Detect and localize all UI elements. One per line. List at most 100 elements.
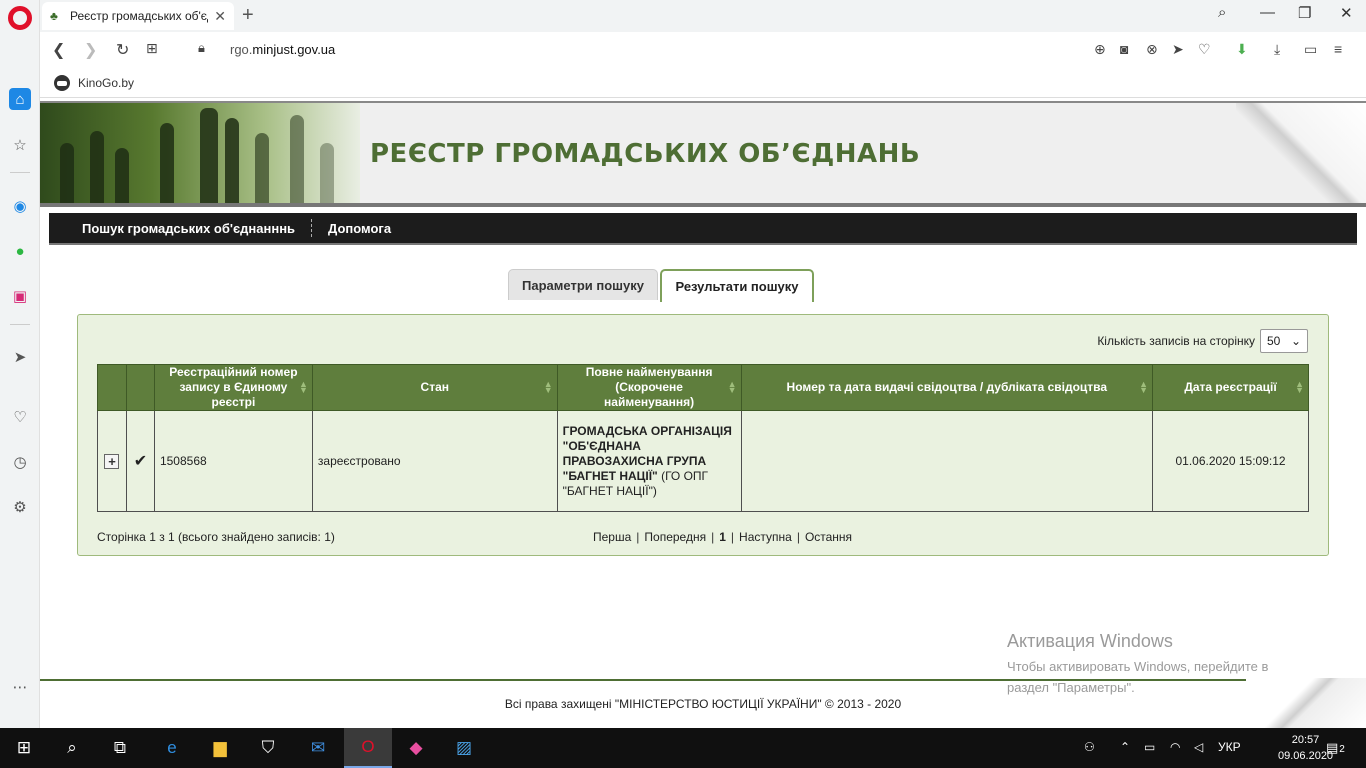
- menu-icon[interactable]: ≡: [1334, 41, 1342, 57]
- url-domain: minjust.gov.ua: [252, 42, 336, 57]
- bookmark-favicon-icon: [54, 75, 70, 91]
- tray-chevron-up-icon[interactable]: ⌃: [1120, 740, 1130, 754]
- history-icon[interactable]: ◷: [9, 451, 31, 473]
- messenger-icon[interactable]: ◉: [9, 195, 31, 217]
- col-reg-number[interactable]: Реєстраційний номер запису в Єдиному реє…: [153, 364, 313, 411]
- opera-sidebar: ⌂ ☆ ◉ ● ▣ ➤ ♡ ◷ ⚙ ⋯: [0, 0, 40, 728]
- tab-search-results[interactable]: Результати пошуку: [660, 269, 814, 302]
- col-reg-date[interactable]: Дата реєстрації ▲ ▼: [1152, 364, 1309, 411]
- bookmark-heart-icon[interactable]: ♡: [1198, 41, 1211, 58]
- notifications-icon[interactable]: ▤2: [1326, 740, 1345, 756]
- opera-taskbar-icon[interactable]: O: [344, 728, 392, 768]
- snapshot-icon[interactable]: ◙: [1120, 41, 1128, 57]
- task-view-icon[interactable]: ⧉: [96, 728, 144, 768]
- people-icon[interactable]: ⚇: [1084, 740, 1095, 754]
- table-row: + ✔ 1508568 зареєстровано ГРОМАДСЬКА ОРГ…: [97, 410, 1309, 512]
- close-window-icon[interactable]: ✕: [1340, 4, 1353, 22]
- taskbar: ⊞ ⌕ ⧉ e ▆ ⛉ ✉ O ◆ ▨ ⚇ ⌃ ▭ ◠ ◁ УКР 20:57 …: [0, 728, 1366, 768]
- search-icon[interactable]: ⌕: [48, 728, 96, 768]
- expand-cell: +: [97, 410, 127, 512]
- status-cell: зареєстровано: [311, 410, 558, 512]
- maximize-icon[interactable]: ❐: [1298, 4, 1311, 22]
- whatsapp-icon[interactable]: ●: [9, 240, 31, 262]
- col-expand: [97, 364, 127, 411]
- menu-item-help[interactable]: Допомога: [312, 221, 407, 236]
- menu-item-search[interactable]: Пошук громадських об'єднанннь: [49, 221, 311, 236]
- sort-icon: ▲ ▼: [298, 379, 308, 395]
- file-explorer-icon[interactable]: ▆: [196, 728, 244, 768]
- col-icon: [125, 364, 155, 411]
- pager-info: Сторінка 1 з 1 (всього знайдено записів:…: [97, 530, 335, 544]
- battery-tray-icon[interactable]: ▭: [1144, 740, 1155, 754]
- battery-icon[interactable]: ▭: [1304, 41, 1317, 58]
- close-tab-icon[interactable]: ✕: [214, 8, 226, 25]
- clock-time: 20:57: [1291, 734, 1320, 746]
- pager-current: 1: [719, 530, 726, 544]
- settings-icon[interactable]: ⚙: [9, 496, 31, 518]
- bookmark-kinogo[interactable]: KinoGo.by: [54, 75, 134, 91]
- col-full-name[interactable]: Повне найменування (Скорочене найменуван…: [556, 364, 742, 411]
- results-panel: Кількість записів на сторінку 50 ⌄ Реєст…: [77, 314, 1329, 556]
- star-icon[interactable]: ☆: [9, 134, 31, 156]
- tab-title: Реєстр громадських об'єд: [70, 9, 209, 23]
- adblock-icon[interactable]: ⊗: [1146, 41, 1158, 58]
- clock[interactable]: 20:57 09.06.2020: [1278, 732, 1333, 764]
- heart-icon[interactable]: ♡: [9, 406, 31, 428]
- share-icon[interactable]: ➤: [1172, 41, 1184, 58]
- downloads-icon[interactable]: ⤓: [1274, 41, 1280, 58]
- reload-icon[interactable]: ↻: [116, 40, 129, 60]
- send-icon[interactable]: ➤: [9, 346, 31, 368]
- site-title: РЕЄСТР ГРОМАДСЬКИХ ОБ’ЄДНАНЬ: [370, 139, 921, 169]
- expand-plus-icon[interactable]: +: [104, 453, 120, 469]
- store-icon[interactable]: ⛉: [244, 728, 292, 768]
- browser-tab[interactable]: ♣ Реєстр громадських об'єд ✕: [42, 2, 234, 30]
- edge-icon[interactable]: e: [148, 728, 196, 768]
- col-certificate[interactable]: Номер та дата видачі свідоцтва / дубліка…: [740, 364, 1154, 411]
- url-field[interactable]: rgo.minjust.gov.ua: [230, 42, 335, 57]
- table-header-row: Реєстраційний номер запису в Єдиному реє…: [97, 364, 1309, 411]
- pager-first[interactable]: Перша: [593, 530, 631, 544]
- more-icon[interactable]: ⋯: [9, 676, 31, 698]
- windows-activation-watermark: Активация Windows Чтобы активировать Win…: [1007, 631, 1268, 698]
- paint-drop-icon[interactable]: ◆: [392, 728, 440, 768]
- speed-dial-icon[interactable]: ⊞: [146, 40, 158, 57]
- perpage-label: Кількість записів на сторінку: [1097, 334, 1255, 348]
- watermark-line1: Чтобы активировать Windows, перейдите в: [1007, 659, 1269, 674]
- perpage-value: 50: [1267, 334, 1281, 348]
- volume-icon[interactable]: ◁: [1194, 740, 1203, 754]
- sort-icon: ▲ ▼: [1295, 379, 1304, 395]
- sort-icon: ▲ ▼: [543, 379, 553, 395]
- records-per-page: Кількість записів на сторінку 50 ⌄: [1097, 329, 1308, 353]
- mail-icon[interactable]: ✉: [294, 728, 342, 768]
- extension-icon[interactable]: ⬇: [1236, 41, 1248, 58]
- pager-next[interactable]: Наступна: [739, 530, 792, 544]
- back-icon[interactable]: ❮: [52, 40, 65, 60]
- zoom-icon[interactable]: ⊕: [1094, 41, 1106, 58]
- opera-logo-icon[interactable]: [8, 6, 32, 30]
- minimize-icon[interactable]: —: [1260, 4, 1275, 21]
- photos-icon[interactable]: ▨: [440, 728, 488, 768]
- watermark-line2: раздел "Параметры".: [1007, 680, 1135, 695]
- col-status[interactable]: Стан ▲ ▼: [311, 364, 558, 411]
- sidebar-divider: [10, 324, 30, 325]
- wifi-icon[interactable]: ◠: [1170, 740, 1180, 754]
- address-bar: ❮ ❯ ↻ ⊞ 🔒︎ rgo.minjust.gov.ua ⊕ ◙ ⊗ ➤ ♡ …: [40, 32, 1366, 68]
- windows-start-icon[interactable]: ⊞: [0, 728, 48, 768]
- pager-last[interactable]: Остання: [805, 530, 852, 544]
- perpage-select[interactable]: 50 ⌄: [1260, 329, 1308, 353]
- url-prefix: rgo.: [230, 42, 253, 57]
- checkmark-icon: ✔: [125, 410, 155, 512]
- home-icon[interactable]: ⌂: [9, 88, 31, 110]
- forward-icon[interactable]: ❯: [84, 40, 97, 60]
- new-tab-icon[interactable]: +: [242, 4, 254, 27]
- search-tabs-icon[interactable]: ⌕: [1218, 4, 1226, 21]
- pager-prev[interactable]: Попередня: [644, 530, 706, 544]
- bookmark-label: KinoGo.by: [78, 76, 135, 90]
- language-indicator[interactable]: УКР: [1218, 740, 1241, 754]
- sidebar-divider: [10, 172, 30, 173]
- reg-date-cell: 01.06.2020 15:09:12: [1152, 410, 1309, 512]
- reg-number-cell: 1508568: [153, 410, 313, 512]
- page-curl-decoration: [1236, 103, 1366, 203]
- instagram-icon[interactable]: ▣: [9, 285, 31, 307]
- tab-search-params[interactable]: Параметри пошуку: [508, 269, 658, 300]
